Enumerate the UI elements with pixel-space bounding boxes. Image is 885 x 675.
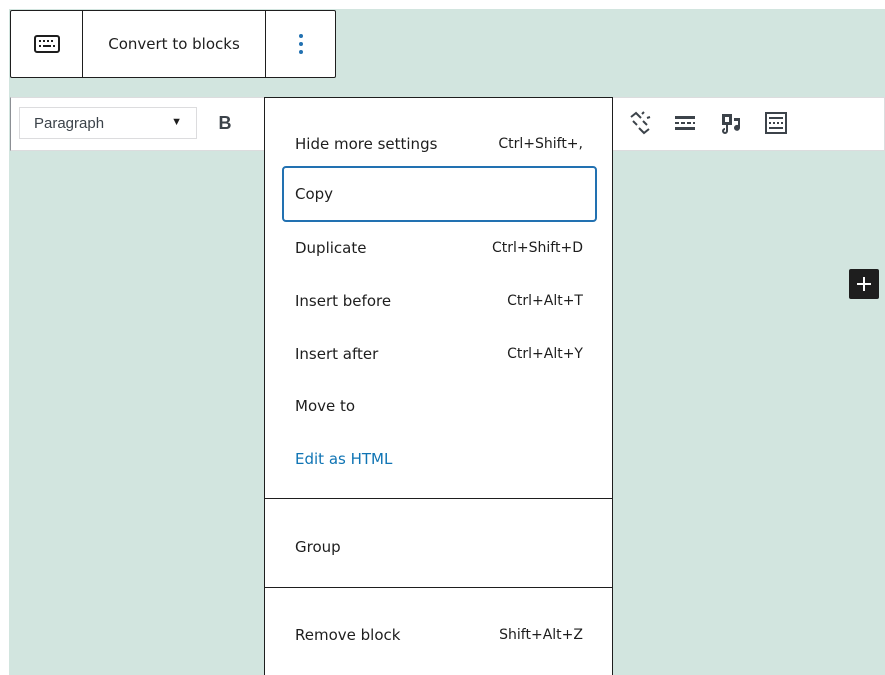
add-media-button[interactable] <box>718 110 744 136</box>
menu-item-duplicate[interactable]: Duplicate Ctrl+Shift+D <box>282 220 597 276</box>
menu-separator <box>265 587 612 588</box>
keyboard-icon <box>33 35 60 53</box>
bold-label: B <box>218 112 232 133</box>
menu-item-insert-before[interactable]: Insert before Ctrl+Alt+T <box>282 273 597 329</box>
add-media-icon <box>722 114 740 134</box>
menu-separator <box>265 498 612 499</box>
format-select[interactable]: Paragraph ▼ <box>19 107 197 139</box>
keyboard-shortcuts-icon <box>765 112 787 134</box>
menu-item-edit-as-html[interactable]: Edit as HTML <box>282 431 597 487</box>
convert-to-blocks-label: Convert to blocks <box>108 35 240 53</box>
read-more-icon <box>675 116 695 130</box>
block-options-menu: Hide more settings Ctrl+Shift+, Copy Dup… <box>264 97 613 675</box>
add-block-button[interactable] <box>849 269 879 299</box>
classic-block-button[interactable] <box>11 11 83 77</box>
menu-item-remove-block[interactable]: Remove block Shift+Alt+Z <box>282 607 597 663</box>
menu-item-insert-after[interactable]: Insert after Ctrl+Alt+Y <box>282 326 597 382</box>
unlink-button[interactable] <box>627 110 653 136</box>
block-toolbar: Convert to blocks <box>10 10 336 78</box>
unlink-icon <box>630 111 651 135</box>
convert-to-blocks-button[interactable]: Convert to blocks <box>83 11 266 77</box>
read-more-button[interactable] <box>672 110 698 136</box>
chevron-down-icon: ▼ <box>171 116 182 128</box>
plus-icon <box>857 277 871 291</box>
menu-item-move-to[interactable]: Move to <box>282 378 597 434</box>
format-select-value: Paragraph <box>34 114 105 132</box>
menu-item-group[interactable]: Group <box>282 519 597 575</box>
bold-button[interactable]: B <box>212 108 238 138</box>
keyboard-shortcuts-button[interactable] <box>763 110 789 136</box>
menu-item-copy[interactable]: Copy <box>282 166 597 222</box>
more-options-button[interactable] <box>266 11 335 77</box>
menu-item-hide-more-settings[interactable]: Hide more settings Ctrl+Shift+, <box>282 116 597 172</box>
more-vertical-icon <box>298 34 303 54</box>
